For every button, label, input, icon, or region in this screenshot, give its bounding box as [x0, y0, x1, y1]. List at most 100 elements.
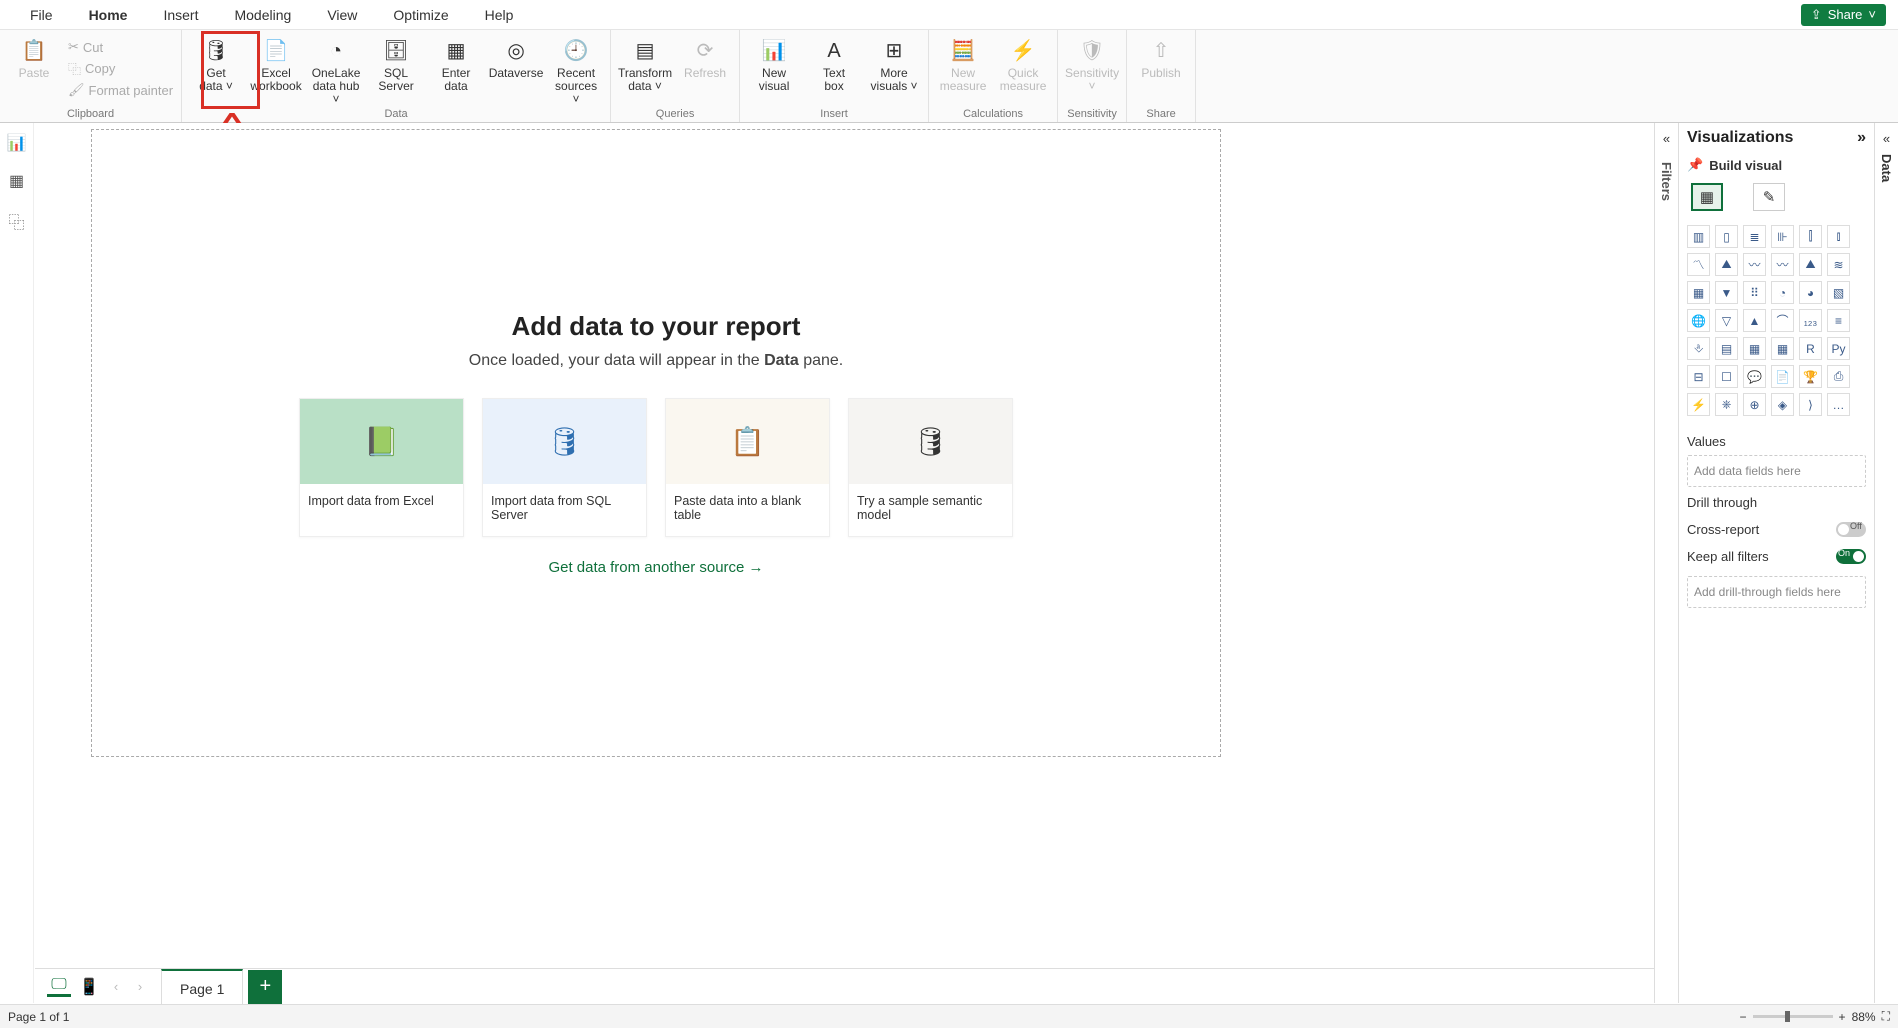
viz-type-41[interactable]: … [1827, 393, 1850, 416]
viz-type-29[interactable]: Py [1827, 337, 1850, 360]
filters-pane-collapsed[interactable]: « Filters [1654, 123, 1678, 1003]
viz-type-8[interactable]: 〰 [1743, 253, 1766, 276]
viz-type-40[interactable]: ⟩ [1799, 393, 1822, 416]
viz-type-6[interactable]: 〽 [1687, 253, 1710, 276]
cross-report-toggle[interactable]: Off [1836, 522, 1866, 537]
ribbon-item-new[interactable]: 🧮Newmeasure [937, 33, 989, 93]
viz-type-27[interactable]: ▦ [1771, 337, 1794, 360]
viz-type-18[interactable]: 🌐 [1687, 309, 1710, 332]
tab-help[interactable]: Help [467, 0, 532, 30]
viz-type-23[interactable]: ≡ [1827, 309, 1850, 332]
model-view-button[interactable]: ⿻ [8, 209, 24, 233]
zoom-in-button[interactable]: + [1839, 1010, 1846, 1024]
drill-through-field-well[interactable]: Add drill-through fields here [1687, 576, 1866, 608]
viz-type-7[interactable]: ⛰ [1715, 253, 1738, 276]
viz-type-30[interactable]: ⊟ [1687, 365, 1710, 388]
add-page-button[interactable]: + [248, 970, 282, 1004]
ribbon-item-sensitivity[interactable]: 🛡Sensitivity ˅ [1066, 33, 1118, 93]
ribbon-item-text[interactable]: ATextbox [808, 33, 860, 93]
viz-type-34[interactable]: 🏆 [1799, 365, 1822, 388]
paste-button[interactable]: 📋 Paste [8, 33, 60, 80]
viz-type-36[interactable]: ⚡ [1687, 393, 1710, 416]
data-option-cards: 📗 Import data from Excel 🛢 Import data f… [299, 398, 1013, 537]
viz-type-33[interactable]: 📄 [1771, 365, 1794, 388]
get-data-another-source-link[interactable]: Get data from another source → [548, 559, 763, 576]
ribbon-item-transform[interactable]: ▤Transformdata ˅ [619, 33, 671, 93]
data-pane-collapsed[interactable]: « Data [1874, 123, 1898, 1003]
viz-type-17[interactable]: ▧ [1827, 281, 1850, 304]
ribbon-item-excel[interactable]: 📄Excelworkbook [250, 33, 302, 93]
ribbon-item-dataverse[interactable]: ◎Dataverse [490, 33, 542, 80]
viz-type-14[interactable]: ⠿ [1743, 281, 1766, 304]
cut-button[interactable]: ✂Cut [68, 39, 173, 55]
values-field-well[interactable]: Add data fields here [1687, 455, 1866, 487]
viz-type-25[interactable]: ▤ [1715, 337, 1738, 360]
card-import-excel[interactable]: 📗 Import data from Excel [299, 398, 464, 537]
viz-type-31[interactable]: ☐ [1715, 365, 1738, 388]
viz-type-22[interactable]: ₁₂₃ [1799, 309, 1822, 332]
ribbon-item-quick[interactable]: ⚡Quickmeasure [997, 33, 1049, 93]
viz-type-20[interactable]: ▲ [1743, 309, 1766, 332]
viz-type-5[interactable]: ⫾ [1827, 225, 1850, 248]
viz-type-11[interactable]: ≋ [1827, 253, 1850, 276]
zoom-out-button[interactable]: − [1740, 1010, 1747, 1024]
viz-type-12[interactable]: ▦ [1687, 281, 1710, 304]
tab-modeling[interactable]: Modeling [216, 0, 309, 30]
viz-type-0[interactable]: ▥ [1687, 225, 1710, 248]
viz-type-38[interactable]: ⊕ [1743, 393, 1766, 416]
viz-type-9[interactable]: 〰 [1771, 253, 1794, 276]
report-canvas[interactable]: Add data to your report Once loaded, you… [91, 129, 1221, 757]
ribbon-item-publish[interactable]: ⇧Publish [1135, 33, 1187, 80]
viz-type-16[interactable]: ◕ [1799, 281, 1822, 304]
keep-filters-toggle[interactable]: On [1836, 549, 1866, 564]
report-view-button[interactable]: 📊 [7, 133, 27, 153]
ribbon-item-more[interactable]: ⊞Morevisuals ˅ [868, 33, 920, 93]
next-page-button[interactable]: › [131, 979, 149, 994]
viz-type-13[interactable]: ▼ [1715, 281, 1738, 304]
tab-insert[interactable]: Insert [145, 0, 216, 30]
card-paste-table[interactable]: 📋 Paste data into a blank table [665, 398, 830, 537]
viz-type-26[interactable]: ▦ [1743, 337, 1766, 360]
ribbon-item-sql[interactable]: 🗄SQLServer [370, 33, 422, 93]
ribbon-item-enter[interactable]: ▦Enterdata [430, 33, 482, 93]
zoom-slider[interactable] [1753, 1015, 1833, 1018]
viz-type-1[interactable]: ▯ [1715, 225, 1738, 248]
viz-type-3[interactable]: ⊪ [1771, 225, 1794, 248]
ribbon-item-new[interactable]: 📊Newvisual [748, 33, 800, 93]
card-import-sql[interactable]: 🛢 Import data from SQL Server [482, 398, 647, 537]
expand-icon[interactable]: » [1857, 129, 1866, 147]
prev-page-button[interactable]: ‹ [107, 979, 125, 994]
share-button[interactable]: ⇪Share˅ [1801, 4, 1886, 26]
viz-type-2[interactable]: ≣ [1743, 225, 1766, 248]
viz-type-15[interactable]: ◔ [1771, 281, 1794, 304]
viz-type-37[interactable]: ⎈ [1715, 393, 1738, 416]
tab-home[interactable]: Home [71, 0, 146, 30]
viz-type-35[interactable]: ⎙ [1827, 365, 1850, 388]
ribbon-item-recent[interactable]: 🕘Recentsources ˅ [550, 33, 602, 107]
viz-type-32[interactable]: 💬 [1743, 365, 1766, 388]
mobile-layout-button[interactable]: 📱 [77, 977, 101, 997]
viz-type-4[interactable]: ⫿ [1799, 225, 1822, 248]
card-sample-model[interactable]: 🛢 Try a sample semantic model [848, 398, 1013, 537]
viz-type-21[interactable]: ⌒ [1771, 309, 1794, 332]
fit-to-page-button[interactable]: ⛶ [1882, 1009, 1890, 1024]
viz-type-10[interactable]: ⛰ [1799, 253, 1822, 276]
format-visual-tab[interactable]: ✎ [1753, 183, 1785, 211]
viz-type-39[interactable]: ◈ [1771, 393, 1794, 416]
ribbon-item-refresh[interactable]: ⟳Refresh [679, 33, 731, 80]
build-visual-tab[interactable]: ▦ [1691, 183, 1723, 211]
viz-type-28[interactable]: R [1799, 337, 1822, 360]
copy-button[interactable]: ⿻Copy [68, 59, 173, 78]
ribbon-item-get[interactable]: 🛢Getdata ˅ [190, 33, 242, 93]
ribbon-item-onelake[interactable]: ◔OneLakedata hub ˅ [310, 33, 362, 107]
desktop-layout-button[interactable]: 🖵 [47, 976, 71, 997]
tab-optimize[interactable]: Optimize [375, 0, 466, 30]
tab-view[interactable]: View [309, 0, 375, 30]
viz-type-19[interactable]: ▽ [1715, 309, 1738, 332]
table-view-button[interactable]: ▦ [9, 171, 24, 191]
tab-file[interactable]: File [12, 0, 71, 30]
viz-type-24[interactable]: ⎀ [1687, 337, 1710, 360]
page-tab-1[interactable]: Page 1 [161, 969, 243, 1005]
format-painter-button[interactable]: 🖌Format painter [68, 82, 173, 98]
chevron-down-icon: ˅ [1868, 7, 1876, 22]
